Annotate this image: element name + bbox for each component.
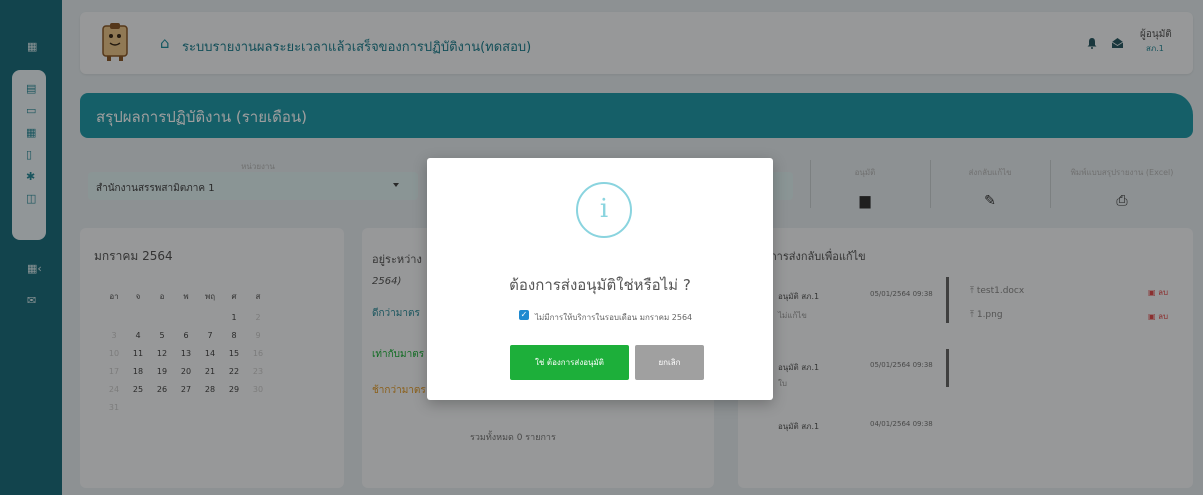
dialog-title: ต้องการส่งอนุมัติใช่หรือไม่ ? <box>509 276 691 294</box>
confirm-dialog: i ต้องการส่งอนุมัติใช่หรือไม่ ? ✓ ไม่มีก… <box>427 158 773 400</box>
confirm-send-approval-button[interactable]: ใช่ ต้องการส่งอนุมัติ <box>510 345 629 380</box>
no-service-checkbox[interactable]: ✓ <box>519 310 529 320</box>
info-icon: i <box>576 182 632 238</box>
cancel-button[interactable]: ยกเลิก <box>635 345 704 380</box>
no-service-checkbox-label[interactable]: ไม่มีการให้บริการในรอบเดือน มกราคม 2564 <box>535 311 692 324</box>
